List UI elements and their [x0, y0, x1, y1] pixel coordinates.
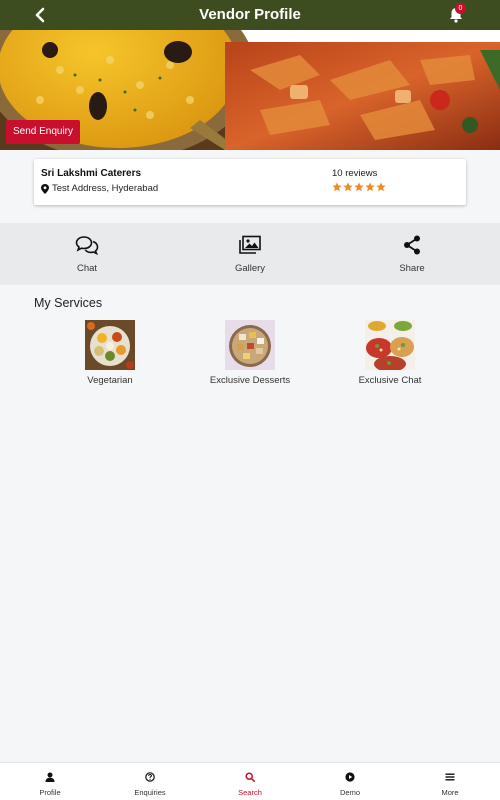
service-label: Vegetarian: [87, 375, 133, 386]
action-bar: Chat Gallery Share: [0, 223, 500, 285]
star-icon: [332, 182, 342, 192]
services-heading: My Services: [34, 296, 103, 310]
vendor-info-card: Sri Lakshmi Caterers Test Address, Hyder…: [34, 159, 466, 205]
star-icon: [354, 182, 364, 192]
nav-more[interactable]: More: [400, 769, 500, 797]
star-rating: [332, 182, 386, 192]
service-label: Exclusive Desserts: [209, 375, 291, 386]
share-icon: [404, 235, 420, 255]
nav-label: Profile: [39, 788, 61, 797]
nav-label: Demo: [339, 788, 360, 797]
nav-search[interactable]: Search: [200, 769, 300, 797]
gallery-icon: [239, 235, 261, 254]
chat-label: Chat: [76, 263, 98, 274]
chat-action[interactable]: Chat: [47, 235, 127, 274]
star-icon: [343, 182, 353, 192]
nav-label: Search: [238, 788, 262, 797]
nav-profile[interactable]: Profile: [0, 769, 100, 797]
gallery-action[interactable]: Gallery: [210, 235, 290, 274]
play-circle-icon: [345, 772, 355, 782]
send-enquiry-button[interactable]: Send Enquiry: [6, 120, 80, 144]
share-action[interactable]: Share: [372, 235, 452, 274]
vendor-address: Test Address, Hyderabad: [52, 183, 159, 194]
vegetarian-thumbnail: [85, 320, 135, 370]
star-icon: [376, 182, 386, 192]
nav-enquiries[interactable]: Enquiries: [100, 769, 200, 797]
star-icon: [365, 182, 375, 192]
review-count[interactable]: 10 reviews: [332, 168, 377, 179]
service-exclusive-desserts[interactable]: Exclusive Desserts: [195, 320, 305, 386]
bottom-navigation: Profile Enquiries Search Demo More: [0, 762, 500, 800]
gallery-label: Gallery: [234, 263, 266, 274]
desserts-thumbnail: [225, 320, 275, 370]
vendor-name: Sri Lakshmi Caterers: [41, 168, 142, 179]
user-icon: [45, 772, 55, 782]
page-title: Vendor Profile: [199, 6, 301, 23]
question-circle-icon: [145, 772, 155, 782]
map-pin-icon: [41, 183, 49, 194]
nav-demo[interactable]: Demo: [300, 769, 400, 797]
vendor-address-row: Test Address, Hyderabad: [41, 183, 158, 194]
service-label: Exclusive Chat: [358, 375, 422, 386]
nav-label: Enquiries: [134, 788, 166, 797]
notification-badge: 0: [455, 3, 466, 14]
menu-icon: [445, 773, 455, 781]
service-vegetarian[interactable]: Vegetarian: [55, 320, 165, 386]
search-icon: [245, 772, 255, 782]
nav-label: More: [441, 788, 459, 797]
app-header: Vendor Profile 0: [0, 0, 500, 30]
chat-food-thumbnail: [365, 320, 415, 370]
service-exclusive-chat[interactable]: Exclusive Chat: [335, 320, 445, 386]
share-label: Share: [399, 263, 425, 274]
chat-icon: [75, 236, 99, 256]
